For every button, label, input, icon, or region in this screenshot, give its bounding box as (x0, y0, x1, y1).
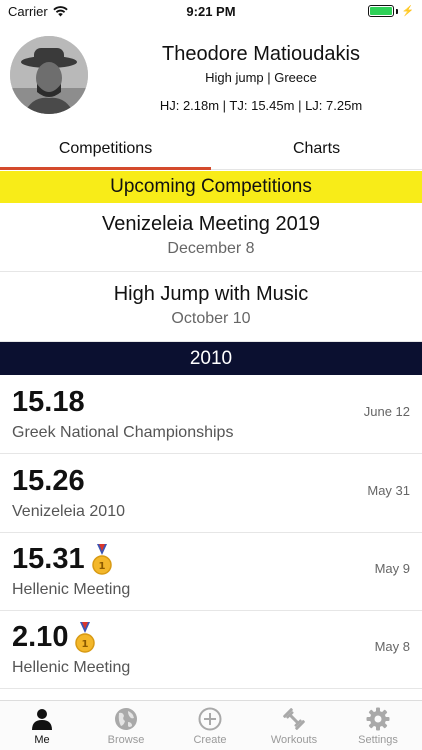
tab-bar-item-browse[interactable]: Browse (84, 701, 168, 750)
upcoming-competition-item[interactable]: High Jump with Music October 10 (0, 273, 422, 342)
tab-bar-label: Create (193, 734, 227, 746)
result-mark: 15.26 (12, 465, 85, 497)
tab-bar-label: Me (34, 734, 50, 746)
profile-header: Theodore Matioudakis High jump | Greece … (0, 30, 422, 130)
clock: 9:21 PM (186, 4, 236, 19)
tab-bar-item-me[interactable]: Me (0, 701, 84, 750)
year-section-header: 2010 (0, 342, 422, 375)
svg-text:1: 1 (82, 639, 89, 650)
tab-charts[interactable]: Charts (211, 134, 422, 170)
competition-title: High Jump with Music (113, 283, 309, 305)
athlete-name: Theodore Matioudakis (162, 43, 360, 65)
result-meeting: Hellenic Meeting (12, 659, 131, 676)
upcoming-competition-item[interactable]: Venizeleia Meeting 2019 December 8 (0, 203, 422, 272)
bottom-tab-bar: Me Browse Create Workouts Settings (0, 700, 422, 750)
competition-title: Venizeleia Meeting 2019 (102, 213, 320, 235)
svg-text:1: 1 (98, 561, 105, 572)
globe-icon (115, 708, 137, 730)
result-mark: 2.10 (12, 621, 69, 653)
result-row[interactable]: 15.26 Venizeleia 2010 May 31 (0, 455, 422, 533)
result-meeting: Greek National Championships (12, 424, 234, 441)
result-mark: 15.31 (12, 543, 85, 575)
result-meeting: Hellenic Meeting (12, 581, 131, 598)
gear-icon (366, 707, 390, 731)
tab-bar-label: Settings (358, 734, 398, 746)
result-date: May 9 (374, 561, 410, 576)
tab-bar-label: Workouts (270, 734, 318, 746)
result-row[interactable]: 15.18 Greek National Championships June … (0, 376, 422, 454)
tab-bar-item-create[interactable]: Create (168, 701, 252, 750)
tab-competitions[interactable]: Competitions (0, 134, 211, 170)
plus-circle-icon (198, 707, 222, 731)
battery-icon: ⚡ (367, 5, 414, 17)
result-mark: 15.18 (12, 386, 85, 418)
avatar[interactable] (10, 36, 88, 114)
result-row[interactable]: 15.31 1 Hellenic Meeting May 9 (0, 533, 422, 611)
result-date: May 8 (374, 639, 410, 654)
gold-medal-icon: 1 (75, 621, 96, 653)
result-date: June 12 (363, 404, 410, 419)
segment-tabs: Competitions Charts (0, 134, 422, 170)
result-date: May 31 (367, 483, 410, 498)
person-icon (32, 709, 52, 730)
tab-bar-item-settings[interactable]: Settings (336, 701, 420, 750)
upcoming-competitions-header: Upcoming Competitions (0, 171, 422, 203)
competition-date: October 10 (171, 310, 251, 327)
tab-bar-label: Browse (107, 734, 145, 746)
tab-bar-item-workouts[interactable]: Workouts (252, 701, 336, 750)
personal-bests: HJ: 2.18m | TJ: 15.45m | LJ: 7.25m (159, 98, 363, 113)
status-bar: Carrier 9:21 PM ⚡ (0, 0, 422, 22)
result-meeting: Venizeleia 2010 (12, 503, 125, 520)
competition-date: December 8 (167, 240, 255, 257)
result-row[interactable]: 2.10 1 Hellenic Meeting May 8 (0, 611, 422, 689)
athlete-event-country: High jump | Greece (205, 70, 317, 85)
dumbbell-icon (283, 708, 305, 730)
gold-medal-icon: 1 (91, 543, 112, 575)
